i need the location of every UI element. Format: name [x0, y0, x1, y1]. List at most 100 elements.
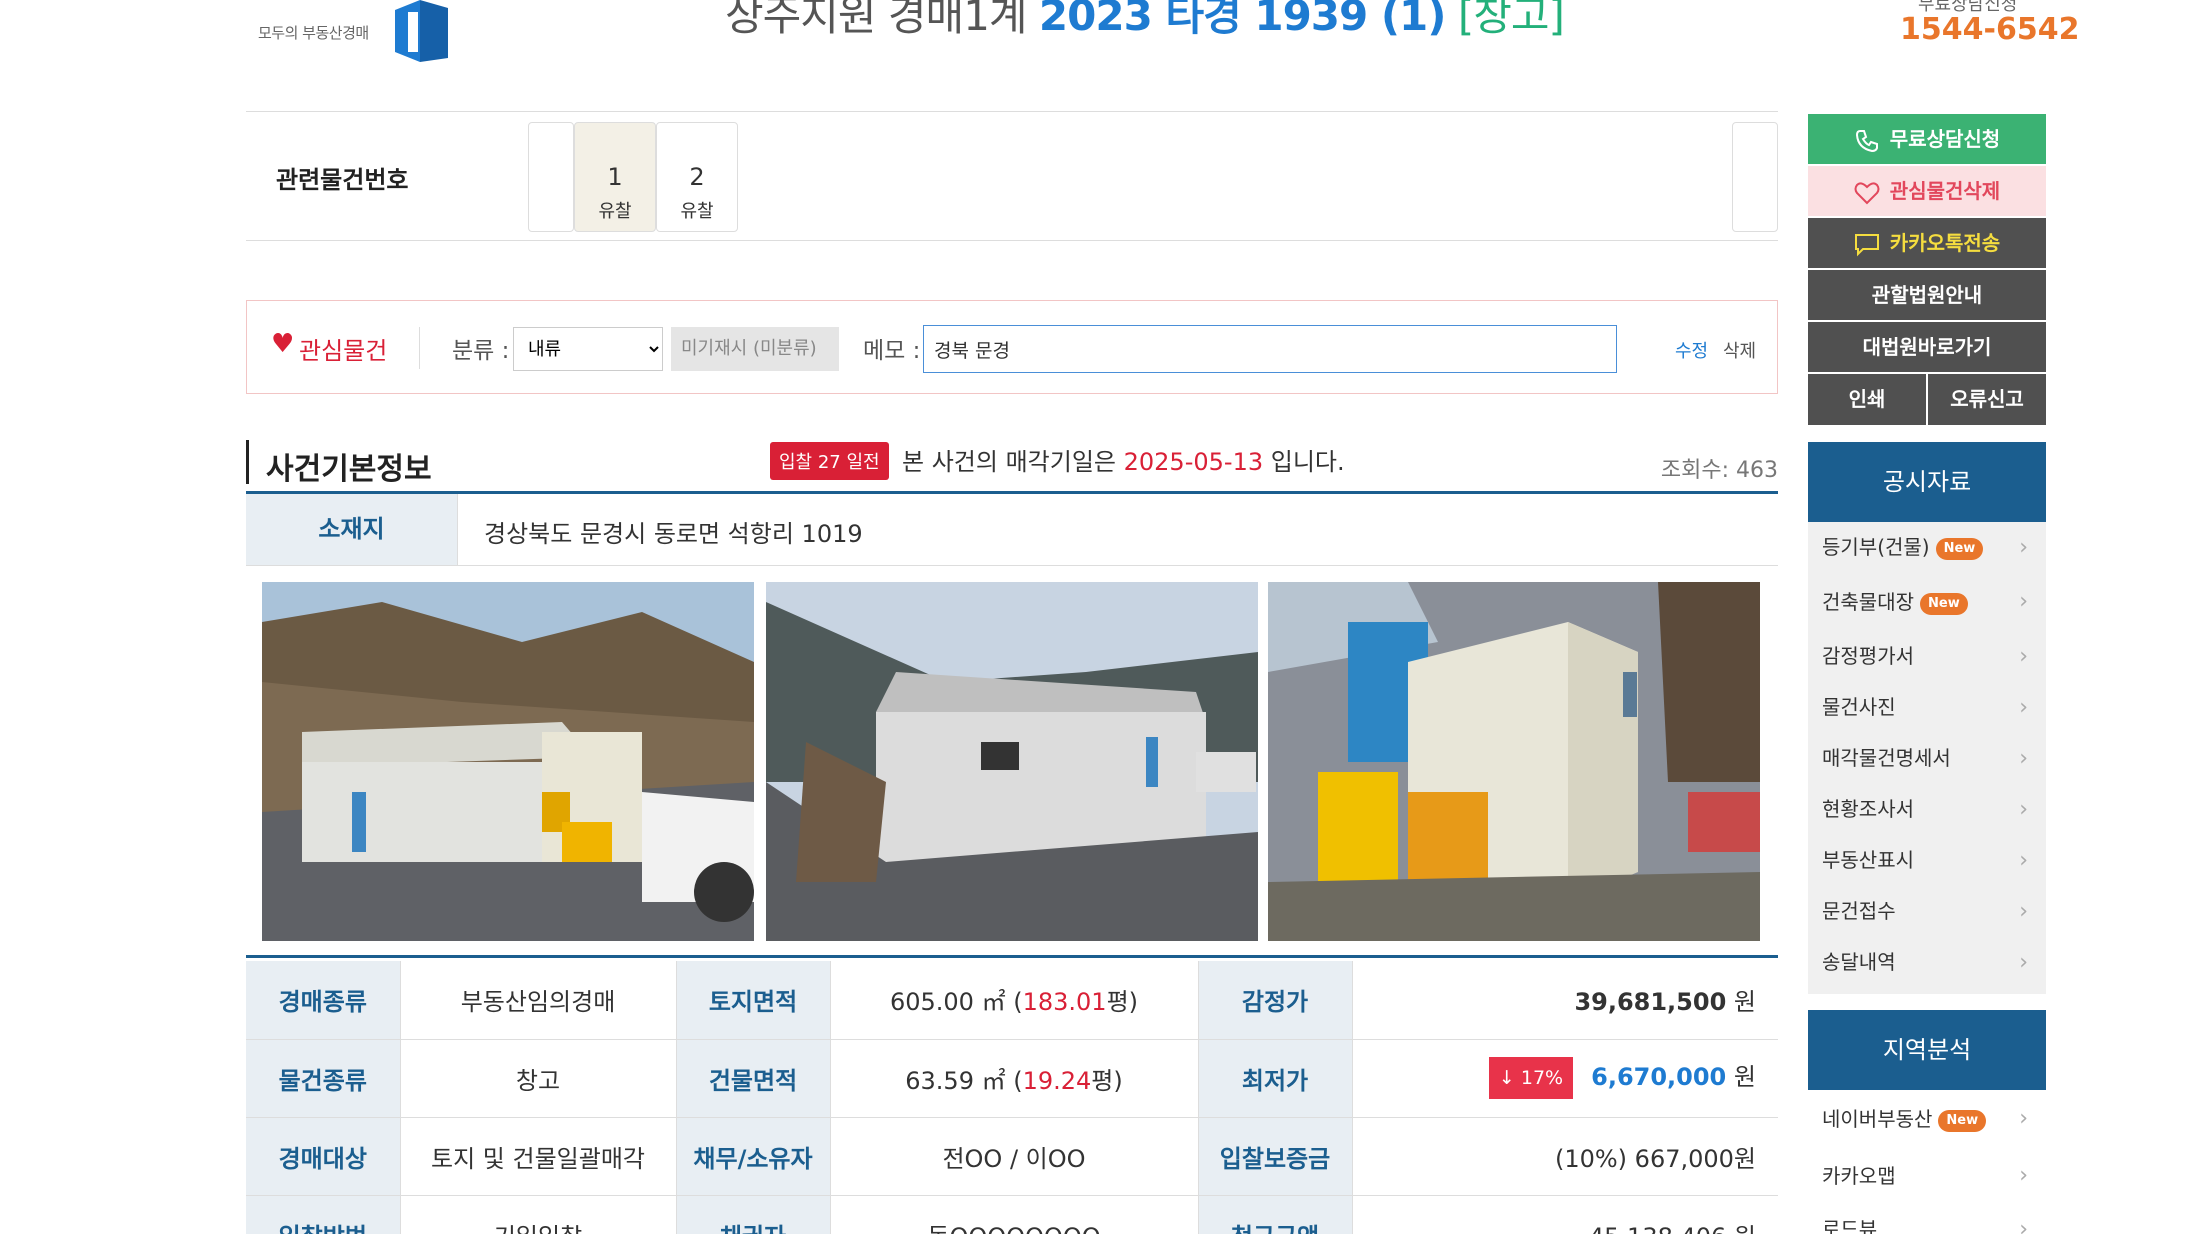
public-data-list: 등기부(건물) New › 건축물대장 New › 감정평가서 › 물건사진 › 매각물건명… — [1808, 522, 2046, 994]
chevron-right-icon: › — [2019, 1106, 2028, 1131]
sidebar-item-sale-spec[interactable]: 매각물건명세서 › — [1808, 733, 2046, 784]
case-title: 상주지원 경매1계 2023 타경 1939 (1) [창고] — [725, 0, 1565, 43]
related-item-1[interactable]: 1 유찰 — [574, 122, 656, 232]
region-analysis-header: 지역분석 — [1808, 1010, 2046, 1090]
related-label: 관련물건번호 — [276, 166, 409, 194]
sidebar-item-appraisal[interactable]: 감정평가서 › — [1808, 631, 2046, 682]
category-label: 분류 : — [452, 338, 510, 364]
cell-value: 45,138,406 원 — [1352, 1195, 1778, 1234]
phone-icon — [1855, 129, 1878, 152]
basic-info-header: 사건기본정보 입찰 27 일전 본 사건의 매각기일은 2025-05-13 입… — [246, 438, 1778, 494]
cell-value: 토지 및 건물일괄매각 — [400, 1117, 677, 1196]
new-badge: New — [1935, 537, 1984, 560]
chevron-right-icon: › — [2019, 746, 2028, 771]
cell-value: (10%) 667,000원 — [1352, 1117, 1778, 1196]
sidebar-item-delivery[interactable]: 송달내역 › — [1808, 937, 2046, 988]
region-analysis-list: 네이버부동산 New › 카카오맵 › 로드뷰 › — [1808, 1090, 2046, 1234]
sidebar-item-property-display[interactable]: 부동산표시 › — [1808, 835, 2046, 886]
chevron-right-icon: › — [2019, 535, 2028, 560]
cell-header: 경매대상 — [246, 1117, 401, 1196]
cell-header: 토지면적 — [676, 961, 831, 1040]
days-left-badge: 입찰 27 일전 — [770, 442, 889, 480]
property-photo-3[interactable] — [1268, 582, 1760, 941]
sidebar-item-registry[interactable]: 등기부(건물) New › — [1808, 522, 2046, 573]
category-select[interactable]: 내류 — [513, 327, 663, 371]
chevron-right-icon: › — [2019, 848, 2028, 873]
memo-delete-link[interactable]: 삭제 — [1723, 337, 1756, 363]
memo-input[interactable] — [923, 325, 1617, 373]
logo-mark-icon — [395, 0, 448, 62]
cell-value: 창고 — [400, 1039, 677, 1118]
sale-date: 2025-05-13 — [1123, 448, 1264, 476]
cell-value: 63.59 ㎡ (19.24평) — [830, 1039, 1199, 1118]
cell-header: 감정가 — [1198, 961, 1353, 1040]
cell-header: 물건종류 — [246, 1039, 401, 1118]
cell-header: 입찰보증금 — [1198, 1117, 1353, 1196]
cell-value: 605.00 ㎡ (183.01평) — [830, 961, 1199, 1040]
section-marker — [246, 440, 249, 484]
public-data-header: 공시자료 — [1808, 442, 2046, 522]
table-row: 입찰방법 기일입찰 채권자 동OOOOOOOO 청구금액 45,138,406 … — [246, 1195, 1778, 1234]
address-row: 소재지 경상북도 문경시 동로면 석항리 1019 — [246, 494, 1778, 566]
sidebar-item-naver-realty[interactable]: 네이버부동산 New › — [1808, 1090, 2046, 1148]
appraisal-value: 39,681,500 원 — [1352, 961, 1778, 1040]
cell-header: 입찰방법 — [246, 1195, 401, 1234]
cell-header: 건물면적 — [676, 1039, 831, 1118]
chevron-right-icon: › — [2019, 644, 2028, 669]
chevron-right-icon: › — [2019, 950, 2028, 975]
sidebar-item-survey[interactable]: 현황조사서 › — [1808, 784, 2046, 835]
divider — [419, 327, 420, 369]
cell-value: 기일입찰 — [400, 1195, 677, 1234]
minimum-price: ↓ 17% 6,670,000 원 — [1352, 1039, 1778, 1118]
sidebar-item-road-view[interactable]: 로드뷰 › — [1808, 1204, 2046, 1234]
interest-label: 관심물건 — [299, 337, 388, 365]
cell-value: 전OO / 이OO — [830, 1117, 1199, 1196]
sidebar-item-kakao-map[interactable]: 카카오맵 › — [1808, 1148, 2046, 1204]
site-logo[interactable]: 모두의 부동산경매 — [250, 0, 470, 64]
related-item-2[interactable]: 2 유찰 — [656, 122, 738, 232]
case-number: 2023 타경 1939 (1) — [1038, 0, 1447, 40]
discount-badge: ↓ 17% — [1488, 1057, 1574, 1099]
case-kind: [창고] — [1457, 0, 1565, 40]
new-badge: New — [1938, 1109, 1987, 1132]
cell-header: 경매종류 — [246, 961, 401, 1040]
chevron-right-icon: › — [2019, 1217, 2028, 1234]
new-badge: New — [1920, 592, 1968, 615]
print-button[interactable]: 인쇄 — [1808, 374, 1926, 425]
remove-interest-button[interactable]: 관심물건삭제 — [1808, 166, 2046, 217]
chevron-right-icon: › — [2019, 589, 2028, 614]
interest-bar: ♥ 관심물건 분류 : 내류 미기재시 (미분류) 메모 : 수정 삭제 — [246, 300, 1778, 394]
sale-date-message: 본 사건의 매각기일은 2025-05-13 입니다. — [902, 448, 1345, 476]
table-row: 경매종류 부동산임의경매 토지면적 605.00 ㎡ (183.01평) 감정가… — [246, 961, 1778, 1040]
property-photo-1[interactable] — [262, 582, 754, 941]
cell-header: 채무/소유자 — [676, 1117, 831, 1196]
chevron-right-icon: › — [2019, 695, 2028, 720]
property-photos — [246, 566, 1778, 958]
related-items: 관련물건번호 1 유찰 2 유찰 — [246, 111, 1778, 241]
sidebar-item-documents[interactable]: 문건접수 › — [1808, 886, 2046, 937]
chevron-right-icon: › — [2019, 899, 2028, 924]
address-value: 경상북도 문경시 동로면 석항리 1019 — [484, 520, 863, 548]
address-label: 소재지 — [246, 494, 458, 565]
consult-button[interactable]: 무료상담신청 — [1808, 114, 2046, 165]
view-count: 조회수: 463 — [1660, 458, 1778, 483]
sidebar-item-building-ledger[interactable]: 건축물대장 New › — [1808, 573, 2046, 631]
property-photo-2[interactable] — [766, 582, 1258, 941]
report-error-button[interactable]: 오류신고 — [1928, 374, 2046, 425]
sidebar-item-photos[interactable]: 물건사진 › — [1808, 682, 2046, 733]
chevron-right-icon: › — [2019, 797, 2028, 822]
kakao-send-button[interactable]: 카카오톡전송 — [1808, 218, 2046, 269]
related-prev-button[interactable] — [528, 122, 574, 232]
logo-subtitle: 모두의 부동산경매 — [258, 24, 369, 42]
heart-outline-icon — [1854, 181, 1880, 204]
phone-number[interactable]: 1544-6542 — [1900, 12, 2079, 47]
related-next-button[interactable] — [1732, 122, 1778, 232]
memo-label: 메모 : — [863, 338, 921, 364]
memo-edit-link[interactable]: 수정 — [1675, 337, 1708, 363]
cell-header: 채권자 — [676, 1195, 831, 1234]
court-info-button[interactable]: 관할법원안내 — [1808, 270, 2046, 321]
supreme-court-button[interactable]: 대법원바로가기 — [1808, 322, 2046, 373]
cell-header: 청구금액 — [1198, 1195, 1353, 1234]
cell-value: 부동산임의경매 — [400, 961, 677, 1040]
cell-header: 최저가 — [1198, 1039, 1353, 1118]
